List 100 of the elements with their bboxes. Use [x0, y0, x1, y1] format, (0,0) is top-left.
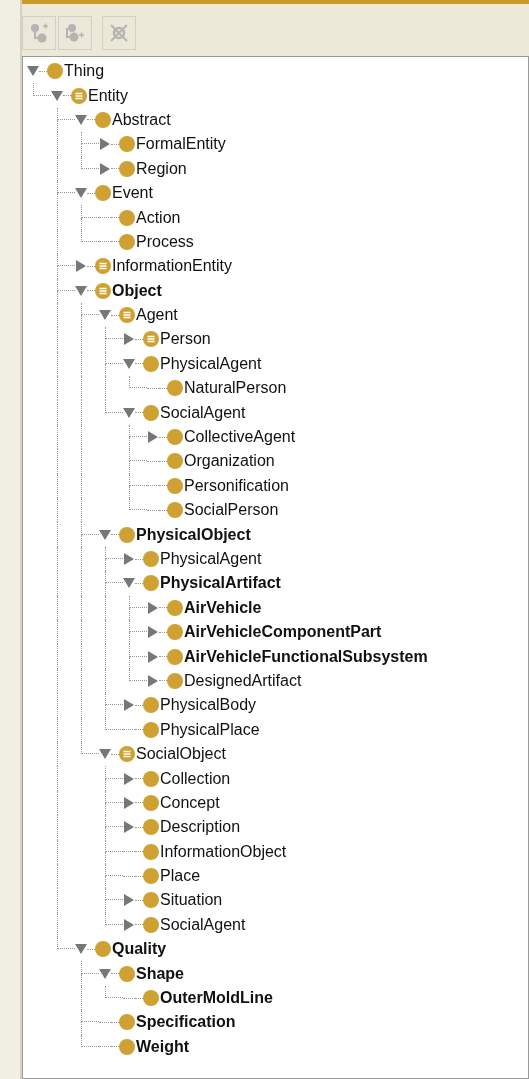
- collapse-triangle-icon[interactable]: [123, 406, 135, 419]
- class-icon: [119, 1038, 135, 1055]
- class-icon: [119, 526, 135, 543]
- expand-triangle-icon[interactable]: [75, 260, 87, 273]
- collapse-triangle-icon[interactable]: [75, 943, 87, 956]
- class-label[interactable]: Shape: [136, 965, 184, 982]
- class-icon: [143, 892, 159, 909]
- class-label[interactable]: AirVehicle: [184, 599, 262, 616]
- class-icon: [119, 1014, 135, 1031]
- class-label[interactable]: Quality: [112, 941, 167, 958]
- class-label[interactable]: Action: [136, 209, 181, 226]
- class-icon: [119, 160, 135, 177]
- class-label[interactable]: InformationEntity: [112, 258, 233, 275]
- class-label[interactable]: Description: [160, 819, 241, 836]
- expand-triangle-icon[interactable]: [123, 699, 135, 712]
- class-label[interactable]: DesignedArtifact: [184, 672, 302, 689]
- class-icon: [167, 648, 183, 665]
- class-label[interactable]: PhysicalObject: [136, 526, 251, 543]
- defined-class-icon: [119, 307, 135, 324]
- class-icon: [143, 990, 159, 1007]
- class-label[interactable]: Weight: [136, 1038, 190, 1055]
- class-label[interactable]: Specification: [136, 1014, 236, 1031]
- class-icon: [143, 819, 159, 836]
- class-label[interactable]: PhysicalAgent: [160, 551, 262, 567]
- expand-triangle-icon[interactable]: [123, 553, 135, 565]
- collapse-triangle-icon[interactable]: [75, 187, 87, 200]
- class-label[interactable]: Abstract: [112, 111, 171, 128]
- class-label[interactable]: CollectiveAgent: [184, 429, 296, 446]
- expand-triangle-icon[interactable]: [147, 601, 159, 614]
- collapse-triangle-icon[interactable]: [75, 284, 87, 297]
- collapse-triangle-icon[interactable]: [99, 748, 111, 761]
- class-icon: [119, 965, 135, 982]
- defined-class-icon: [71, 87, 87, 104]
- class-icon: [95, 941, 111, 958]
- class-label[interactable]: Concept: [160, 794, 220, 811]
- class-icon: [143, 355, 159, 372]
- collapse-triangle-icon[interactable]: [75, 113, 87, 126]
- class-icon: [95, 185, 111, 202]
- class-icon: [143, 868, 159, 885]
- class-label[interactable]: SocialPerson: [184, 502, 279, 519]
- class-icon: [143, 721, 159, 738]
- collapse-triangle-icon[interactable]: [123, 357, 135, 370]
- class-icon: [119, 233, 135, 250]
- collapse-triangle-icon[interactable]: [99, 528, 111, 541]
- expand-triangle-icon[interactable]: [99, 138, 111, 151]
- expand-triangle-icon[interactable]: [147, 626, 159, 639]
- class-label[interactable]: PhysicalAgent: [160, 355, 262, 372]
- class-icon: [143, 843, 159, 860]
- class-icon: [167, 429, 183, 446]
- expand-triangle-icon[interactable]: [123, 821, 135, 834]
- class-label[interactable]: SocialAgent: [160, 916, 246, 933]
- class-label[interactable]: PhysicalBody: [160, 697, 257, 714]
- class-label[interactable]: SocialObject: [136, 746, 226, 763]
- delete-icon: [108, 22, 130, 44]
- class-label[interactable]: Organization: [184, 453, 275, 470]
- expand-triangle-icon[interactable]: [147, 431, 159, 444]
- class-label[interactable]: Place: [160, 868, 201, 885]
- class-label[interactable]: OuterMoldLine: [160, 990, 273, 1007]
- expand-triangle-icon[interactable]: [99, 162, 111, 175]
- class-icon: [167, 380, 183, 397]
- class-label[interactable]: PhysicalArtifact: [160, 575, 281, 592]
- class-label[interactable]: PhysicalPlace: [160, 721, 260, 738]
- collapse-triangle-icon[interactable]: [51, 89, 63, 102]
- class-label[interactable]: Collection: [160, 770, 231, 787]
- class-label[interactable]: Process: [136, 233, 194, 250]
- collapse-triangle-icon[interactable]: [27, 65, 39, 78]
- class-label[interactable]: InformationObject: [160, 843, 287, 860]
- add-subclass-icon: [28, 22, 50, 44]
- class-label[interactable]: FormalEntity: [136, 136, 226, 153]
- class-icon: [143, 916, 159, 933]
- class-label[interactable]: Personification: [184, 477, 289, 494]
- expand-triangle-icon[interactable]: [123, 772, 135, 785]
- class-label[interactable]: Entity: [88, 87, 128, 104]
- collapse-triangle-icon[interactable]: [99, 309, 111, 322]
- class-icon: [167, 672, 183, 689]
- class-label[interactable]: Event: [112, 185, 153, 202]
- expand-triangle-icon[interactable]: [123, 918, 135, 931]
- expand-triangle-icon[interactable]: [147, 674, 159, 687]
- expand-triangle-icon[interactable]: [147, 650, 159, 663]
- class-label[interactable]: Person: [160, 331, 211, 348]
- expand-triangle-icon[interactable]: [123, 796, 135, 809]
- collapse-triangle-icon[interactable]: [123, 577, 135, 590]
- class-label[interactable]: Situation: [160, 892, 223, 909]
- class-label[interactable]: AirVehicleFunctionalSubsystem: [184, 648, 428, 665]
- class-icon: [167, 453, 183, 470]
- defined-class-icon: [143, 331, 159, 348]
- class-label[interactable]: Agent: [136, 307, 178, 324]
- class-icon: [143, 794, 159, 811]
- class-label[interactable]: Region: [136, 160, 187, 177]
- class-icon: [143, 551, 159, 567]
- expand-triangle-icon[interactable]: [123, 333, 135, 346]
- class-label[interactable]: AirVehicleComponentPart: [184, 624, 382, 641]
- class-label[interactable]: SocialAgent: [160, 404, 246, 421]
- class-label[interactable]: NaturalPerson: [184, 380, 287, 397]
- class-icon: [95, 111, 111, 128]
- class-label[interactable]: Thing: [64, 63, 105, 80]
- collapse-triangle-icon[interactable]: [99, 967, 111, 980]
- expand-triangle-icon[interactable]: [123, 894, 135, 907]
- class-label[interactable]: Object: [112, 282, 162, 299]
- class-icon: [143, 770, 159, 787]
